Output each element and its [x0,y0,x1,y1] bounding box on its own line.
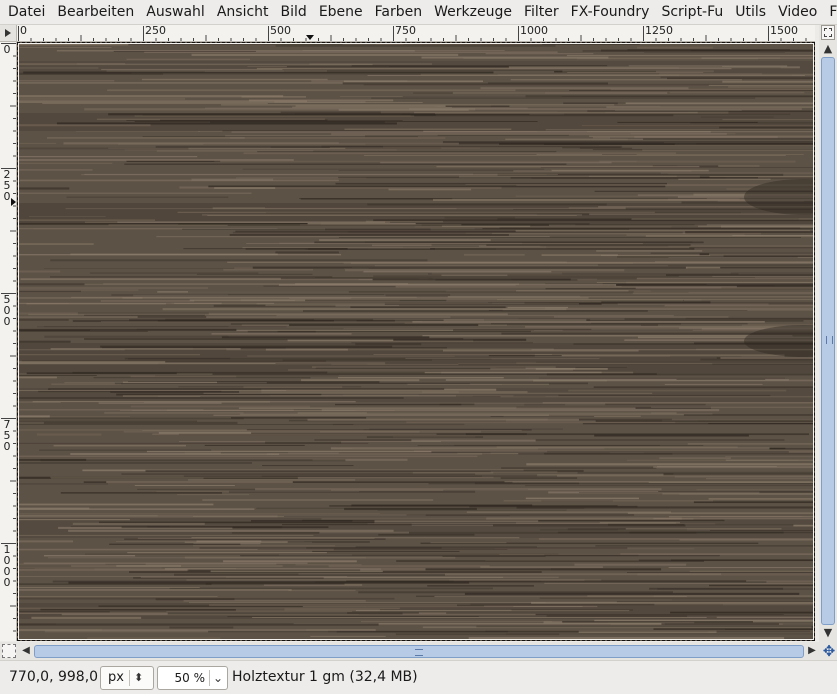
image-canvas[interactable] [17,42,815,641]
horizontal-scrollbar[interactable]: ◀ ▶ [0,642,837,660]
scroll-down-icon[interactable]: ▼ [822,627,834,639]
menu-ebene[interactable]: Ebene [313,0,369,24]
ruler-label: 250 [3,168,11,203]
ruler-label: 1000 [520,25,548,37]
ruler-label: 1000 [3,543,11,589]
chevron-down-icon[interactable]: ⌄ [213,667,223,689]
menu-bild[interactable]: Bild [275,0,313,24]
menu-utils[interactable]: Utils [729,0,772,24]
vertical-scrollbar[interactable]: ▲ ▼ [819,25,837,642]
quick-mask-icon[interactable] [2,644,16,658]
vertical-ruler[interactable]: 0 250 500 750 1000 [0,42,17,641]
ruler-label: 750 [3,418,11,453]
spin-arrows-icon: ⬍ [134,671,144,684]
ruler-label: 500 [3,293,11,328]
menu-script-fu[interactable]: Script-Fu [655,0,729,24]
ruler-label: 0 [3,43,11,56]
menu-bearbeiten[interactable]: Bearbeiten [51,0,140,24]
menu-werkzeuge[interactable]: Werkzeuge [428,0,518,24]
ruler-label: 0 [20,25,27,37]
menu-bar: Datei Bearbeiten Auswahl Ansicht Bild Eb… [0,0,837,25]
menu-filter[interactable]: Filter [518,0,565,24]
vertical-scroll-thumb[interactable] [821,57,835,625]
horizontal-ruler[interactable]: 0 250 500 750 1000 1250 1500 [17,25,815,42]
ruler-label: 500 [270,25,291,37]
ruler-label: 750 [395,25,416,37]
status-bar: 770,0, 998,0 px ⬍ 50 % ⌄ Holztextur 1 gm… [0,660,837,694]
navigate-icon[interactable]: ✥ [821,643,837,659]
horizontal-scroll-thumb[interactable] [34,645,804,658]
menu-video[interactable]: Video [772,0,823,24]
scroll-right-icon[interactable]: ▶ [806,645,818,657]
triangle-right-icon [5,29,11,37]
menu-farben[interactable]: Farben [369,0,428,24]
menu-ansicht[interactable]: Ansicht [211,0,275,24]
menu-fx-foundry[interactable]: FX-Foundry [565,0,656,24]
unit-value: px [108,670,124,685]
menu-auswahl[interactable]: Auswahl [140,0,211,24]
zoom-value: 50 % [174,671,206,685]
menu-fenster[interactable]: Fenster [823,0,837,24]
ruler-label: 1500 [770,25,798,37]
zoom-follow-window-icon[interactable] [821,25,835,40]
horizontal-ruler-ticks [18,26,807,41]
navigate-menu-icon[interactable] [0,25,17,42]
unit-select[interactable]: px ⬍ [100,666,154,690]
image-info-label: Holztextur 1 gm (32,4 MB) [232,669,418,685]
menu-datei[interactable]: Datei [0,0,51,24]
ruler-label: 250 [145,25,166,37]
ruler-label: 1250 [645,25,673,37]
zoom-combo[interactable]: 50 % ⌄ [157,666,228,690]
scroll-left-icon[interactable]: ◀ [20,645,32,657]
pointer-coordinates: 770,0, 998,0 [9,669,99,685]
scroll-up-icon[interactable]: ▲ [822,43,834,55]
wood-texture-image [18,43,814,640]
